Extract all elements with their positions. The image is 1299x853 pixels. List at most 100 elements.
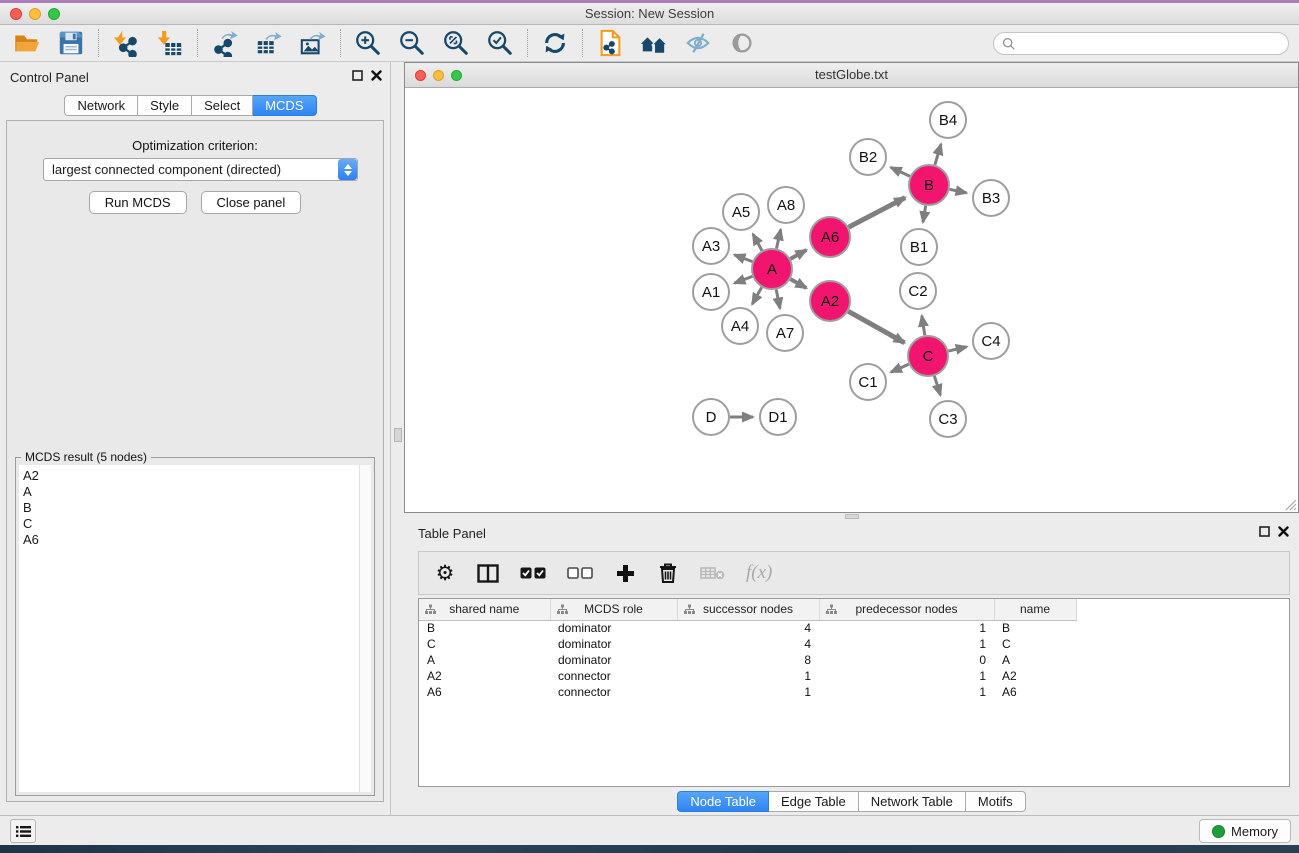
mcds-result-item[interactable]: C bbox=[23, 516, 359, 532]
graph-node-B1[interactable]: B1 bbox=[901, 229, 937, 265]
graph-edge-A-A4[interactable] bbox=[752, 287, 762, 304]
zoom-in-icon[interactable] bbox=[353, 28, 383, 58]
float-panel-icon[interactable] bbox=[352, 70, 363, 81]
table-cell[interactable]: B bbox=[994, 620, 1076, 636]
show-columns-icon[interactable] bbox=[477, 561, 499, 585]
show-graphics-details-icon[interactable] bbox=[727, 28, 757, 58]
graph-edge-C-C1[interactable] bbox=[891, 364, 909, 372]
hide-panels-icon[interactable] bbox=[683, 28, 713, 58]
unselect-all-columns-icon[interactable] bbox=[567, 561, 593, 585]
graph-node-A4[interactable]: A4 bbox=[722, 308, 758, 344]
graph-edge-C-C3[interactable] bbox=[934, 376, 940, 395]
graph-edge-A6-B[interactable] bbox=[849, 198, 906, 228]
table-cell[interactable]: dominator bbox=[550, 636, 677, 652]
column-header-mcds-role[interactable]: MCDS role bbox=[550, 599, 677, 620]
zoom-fit-icon[interactable] bbox=[441, 28, 471, 58]
graph-node-A7[interactable]: A7 bbox=[767, 315, 803, 351]
table-cell[interactable]: 4 bbox=[677, 620, 819, 636]
graph-edge-B-B3[interactable] bbox=[950, 189, 967, 193]
column-header-name[interactable]: name bbox=[994, 599, 1076, 620]
graph-edge-A-A7[interactable] bbox=[776, 290, 780, 309]
criterion-dropdown[interactable]: largest connected component (directed) bbox=[43, 158, 358, 181]
column-header-predecessor-nodes[interactable]: predecessor nodes bbox=[819, 599, 994, 620]
table-cell[interactable]: dominator bbox=[550, 652, 677, 668]
mcds-result-item[interactable]: A2 bbox=[23, 468, 359, 484]
tab-select[interactable]: Select bbox=[192, 95, 253, 116]
task-history-button[interactable] bbox=[10, 819, 36, 843]
graph-node-B3[interactable]: B3 bbox=[973, 180, 1009, 216]
table-cell[interactable]: C bbox=[419, 636, 550, 652]
table-cell[interactable]: 1 bbox=[677, 684, 819, 700]
open-file-icon[interactable] bbox=[12, 28, 42, 58]
tab-network-table[interactable]: Network Table bbox=[859, 791, 966, 812]
table-row[interactable]: Bdominator41B bbox=[419, 620, 1289, 636]
close-panel-button[interactable]: Close panel bbox=[201, 191, 302, 214]
zoom-out-icon[interactable] bbox=[397, 28, 427, 58]
graph-node-C2[interactable]: C2 bbox=[900, 273, 936, 309]
graph-node-A8[interactable]: A8 bbox=[768, 187, 804, 223]
graph-node-A2[interactable]: A2 bbox=[810, 281, 850, 321]
table-cell[interactable]: dominator bbox=[550, 620, 677, 636]
graph-edge-A2-C[interactable] bbox=[848, 311, 904, 343]
graph-node-C1[interactable]: C1 bbox=[850, 364, 886, 400]
graph-edge-A-A2[interactable] bbox=[790, 279, 806, 288]
tab-style[interactable]: Style bbox=[138, 95, 192, 116]
tab-edge-table[interactable]: Edge Table bbox=[769, 791, 859, 812]
mcds-result-item[interactable]: B bbox=[23, 500, 359, 516]
vertical-splitter-handle[interactable] bbox=[394, 428, 402, 442]
graph-edge-A-A8[interactable] bbox=[777, 229, 781, 248]
table-cell[interactable]: 1 bbox=[819, 668, 994, 684]
graph-node-D1[interactable]: D1 bbox=[760, 399, 796, 435]
table-cell[interactable]: B bbox=[419, 620, 550, 636]
search-box[interactable] bbox=[993, 32, 1289, 55]
graph-edge-A-A1[interactable] bbox=[734, 276, 752, 283]
column-header-successor-nodes[interactable]: successor nodes bbox=[677, 599, 819, 620]
table-row[interactable]: Adominator80A bbox=[419, 652, 1289, 668]
export-image-icon[interactable] bbox=[298, 28, 328, 58]
graph-edge-A-A5[interactable] bbox=[753, 234, 762, 251]
export-network-icon[interactable] bbox=[210, 28, 240, 58]
tab-network[interactable]: Network bbox=[64, 95, 138, 116]
graph-node-C3[interactable]: C3 bbox=[930, 401, 966, 437]
graph-node-C[interactable]: C bbox=[908, 336, 948, 376]
graph-edge-C-C4[interactable] bbox=[948, 347, 966, 351]
graph-node-A6[interactable]: A6 bbox=[810, 217, 850, 257]
graph-edge-A-A6[interactable] bbox=[790, 250, 806, 259]
graph-node-D[interactable]: D bbox=[693, 399, 729, 435]
add-column-icon[interactable] bbox=[614, 561, 636, 585]
graph-node-C4[interactable]: C4 bbox=[973, 323, 1009, 359]
graph-node-A3[interactable]: A3 bbox=[693, 228, 729, 264]
table-row[interactable]: A2connector11A2 bbox=[419, 668, 1289, 684]
table-cell[interactable]: A bbox=[419, 652, 550, 668]
graph-edge-B-B4[interactable] bbox=[935, 144, 941, 165]
table-cell[interactable]: 8 bbox=[677, 652, 819, 668]
save-session-icon[interactable] bbox=[56, 28, 86, 58]
graph-node-B4[interactable]: B4 bbox=[930, 102, 966, 138]
mcds-result-item[interactable]: A bbox=[23, 484, 359, 500]
tab-motifs[interactable]: Motifs bbox=[966, 791, 1026, 812]
table-cell[interactable]: A2 bbox=[419, 668, 550, 684]
graph-edge-A-A3[interactable] bbox=[734, 255, 752, 262]
table-cell[interactable]: 1 bbox=[819, 684, 994, 700]
select-all-columns-icon[interactable] bbox=[520, 561, 546, 585]
mcds-result-list[interactable]: A2ABCA6 bbox=[19, 465, 359, 792]
refresh-icon[interactable] bbox=[540, 28, 570, 58]
run-mcds-button[interactable]: Run MCDS bbox=[89, 191, 187, 214]
tab-node-table[interactable]: Node Table bbox=[677, 791, 769, 812]
export-table-icon[interactable] bbox=[254, 28, 284, 58]
open-session-file-icon[interactable] bbox=[595, 28, 625, 58]
table-cell[interactable]: A2 bbox=[994, 668, 1076, 684]
import-network-icon[interactable] bbox=[111, 28, 141, 58]
table-cell[interactable]: 0 bbox=[819, 652, 994, 668]
settings-gear-icon[interactable]: ⚙ bbox=[434, 561, 456, 585]
graph-node-B[interactable]: B bbox=[909, 165, 949, 205]
table-cell[interactable]: 1 bbox=[677, 668, 819, 684]
mcds-result-item[interactable]: A6 bbox=[23, 532, 359, 548]
graph-node-A[interactable]: A bbox=[752, 249, 792, 289]
table-cell[interactable]: A6 bbox=[994, 684, 1076, 700]
close-panel-icon[interactable] bbox=[371, 70, 382, 81]
mcds-list-scrollbar[interactable] bbox=[359, 465, 371, 792]
table-cell[interactable]: A bbox=[994, 652, 1076, 668]
graph-edge-B-B1[interactable] bbox=[923, 206, 926, 223]
graph-edge-B-B2[interactable] bbox=[891, 167, 910, 176]
